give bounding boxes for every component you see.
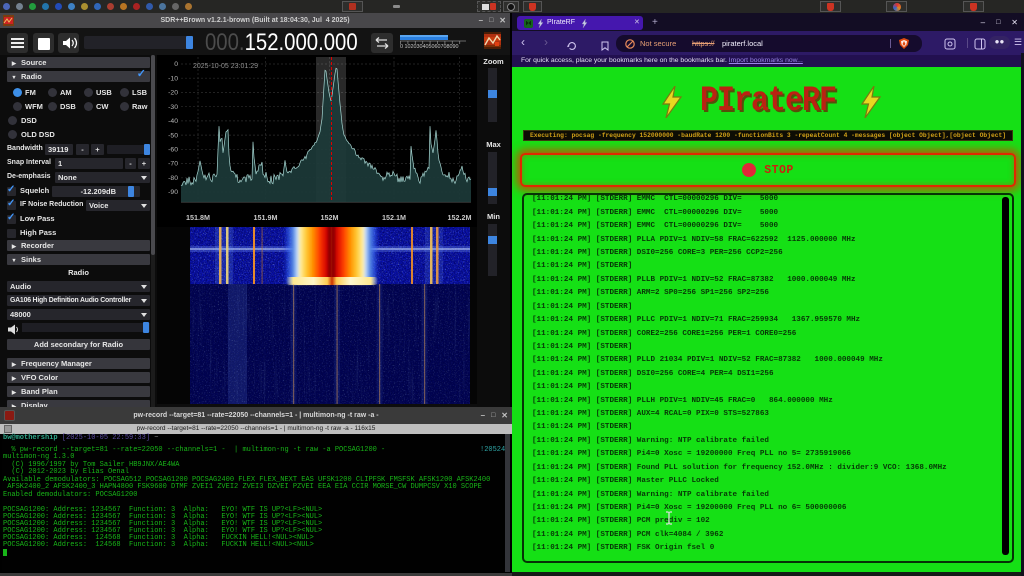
svg-text:-50: -50 xyxy=(168,132,178,139)
svg-text:-30: -30 xyxy=(168,104,178,111)
svg-text:-70: -70 xyxy=(168,161,178,168)
svg-text:-90: -90 xyxy=(168,189,178,196)
svg-text:152.1M: 152.1M xyxy=(382,213,406,222)
svg-text:-20: -20 xyxy=(168,90,178,97)
svg-text:0: 0 xyxy=(174,61,178,68)
svg-text:-40: -40 xyxy=(168,118,178,125)
svg-text:-60: -60 xyxy=(168,147,178,154)
svg-text:151.9M: 151.9M xyxy=(254,213,278,222)
svg-text:-80: -80 xyxy=(168,175,178,182)
svg-text:151.8M: 151.8M xyxy=(186,213,210,222)
svg-text:2025-10-05 23:01:29: 2025-10-05 23:01:29 xyxy=(193,63,258,70)
svg-text:152.2M: 152.2M xyxy=(448,213,472,222)
svg-text:-10: -10 xyxy=(168,75,178,82)
svg-text:152M: 152M xyxy=(321,213,339,222)
